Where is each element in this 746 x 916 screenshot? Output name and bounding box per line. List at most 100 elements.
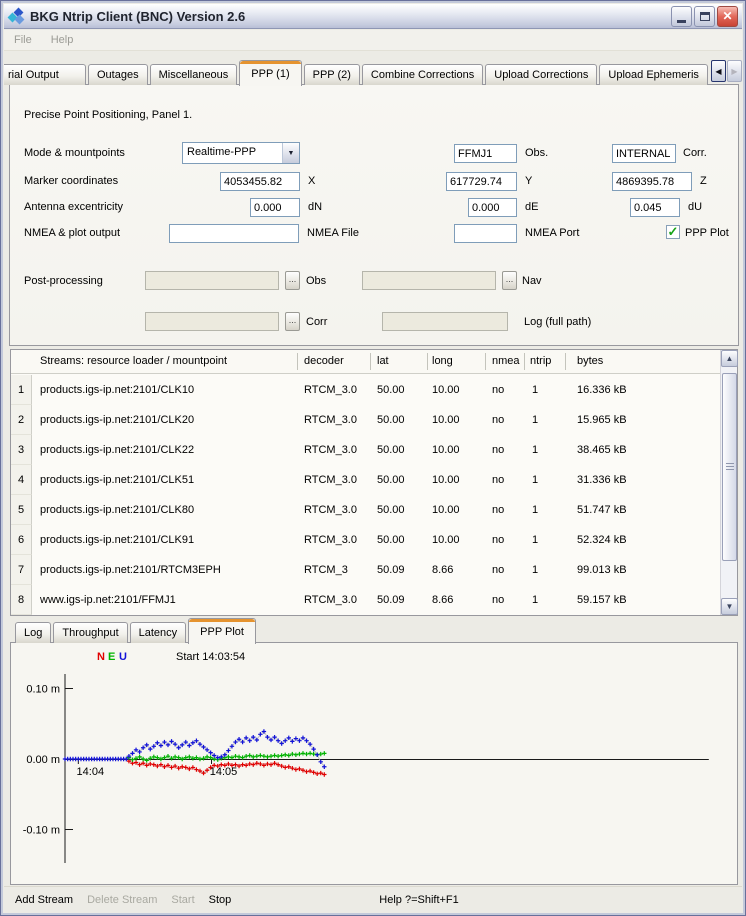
row-number: 7: [11, 555, 32, 585]
nmea-file-field[interactable]: [169, 224, 299, 243]
menu-bar: File Help: [4, 30, 742, 51]
corr-mountpoint-field[interactable]: [612, 144, 676, 163]
y-label: Y: [525, 175, 532, 187]
marker-z-field[interactable]: [612, 172, 692, 191]
antenna-de-field[interactable]: [468, 198, 517, 217]
nmea-file-label: NMEA File: [307, 227, 359, 239]
chevron-left-icon: ◀: [715, 67, 721, 76]
table-row[interactable]: 6 products.igs-ip.net:2101/CLK91 RTCM_3.…: [11, 525, 720, 555]
tab-log[interactable]: Log: [15, 622, 51, 643]
tab-combine-corrections[interactable]: Combine Corrections: [362, 64, 483, 85]
de-label: dE: [525, 201, 538, 213]
ppp-plot-label: PPP Plot: [685, 227, 729, 239]
col-bytes: bytes: [577, 355, 603, 367]
tab-ppp-1[interactable]: PPP (1): [239, 60, 301, 86]
antenna-du-field[interactable]: [630, 198, 680, 217]
post-nav-label: Nav: [522, 275, 542, 287]
svg-text:-0.10 m: -0.10 m: [23, 825, 60, 837]
table-row[interactable]: 5 products.igs-ip.net:2101/CLK80 RTCM_3.…: [11, 495, 720, 525]
svg-text:N: N: [97, 651, 105, 663]
table-scrollbar[interactable]: ▲ ▼: [720, 350, 737, 615]
svg-text:14:05: 14:05: [210, 766, 238, 778]
tab-ppp-plot[interactable]: PPP Plot: [188, 618, 256, 644]
stop-button[interactable]: Stop: [209, 894, 232, 906]
svg-text:E: E: [108, 651, 115, 663]
x-label: X: [308, 175, 315, 187]
post-obs-label: Obs: [306, 275, 326, 287]
post-log-field: [382, 312, 508, 331]
col-decoder: decoder: [304, 355, 344, 367]
tab-ppp-2[interactable]: PPP (2): [304, 64, 360, 85]
post-corr-browse-button: ...: [285, 312, 300, 331]
dn-label: dN: [308, 201, 322, 213]
marker-y-field[interactable]: [446, 172, 517, 191]
tab-throughput[interactable]: Throughput: [53, 622, 127, 643]
bottom-tab-bar: Log Throughput Latency PPP Plot: [10, 618, 738, 643]
nmea-port-field[interactable]: [454, 224, 517, 243]
window-title: BKG Ntrip Client (BNC) Version 2.6: [30, 9, 671, 24]
table-row[interactable]: 8 www.igs-ip.net:2101/FFMJ1 RTCM_3.0 50.…: [11, 585, 720, 615]
post-corr-label: Corr: [306, 316, 327, 328]
streams-table: Streams: resource loader / mountpoint de…: [10, 349, 738, 616]
marker-x-field[interactable]: [220, 172, 300, 191]
col-ntrip: ntrip: [530, 355, 551, 367]
tab-latency[interactable]: Latency: [130, 622, 187, 643]
tab-serial-output[interactable]: rial Output: [4, 64, 86, 85]
nmea-port-label: NMEA Port: [525, 227, 579, 239]
antenna-dn-field[interactable]: [250, 198, 300, 217]
ppp-plot-checkbox[interactable]: ✓: [666, 225, 680, 239]
scrollbar-down-button[interactable]: ▼: [721, 598, 738, 615]
streams-header: Streams: resource loader / mountpoint de…: [11, 350, 720, 374]
col-long: long: [432, 355, 453, 367]
row-number: 4: [11, 465, 32, 495]
tab-upload-ephemeris[interactable]: Upload Ephemeris: [599, 64, 708, 85]
table-row[interactable]: 2 products.igs-ip.net:2101/CLK20 RTCM_3.…: [11, 405, 720, 435]
table-row[interactable]: 1 products.igs-ip.net:2101/CLK10 RTCM_3.…: [11, 375, 720, 405]
z-label: Z: [700, 175, 707, 187]
menu-help[interactable]: Help: [51, 34, 74, 46]
tab-miscellaneous[interactable]: Miscellaneous: [150, 64, 238, 85]
nmea-label: NMEA & plot output: [24, 227, 120, 239]
start-button: Start: [171, 894, 194, 906]
add-stream-button[interactable]: Add Stream: [15, 894, 73, 906]
row-number: 1: [11, 375, 32, 405]
table-row[interactable]: 7 products.igs-ip.net:2101/RTCM3EPH RTCM…: [11, 555, 720, 585]
antenna-label: Antenna excentricity: [24, 201, 123, 213]
close-icon: ✕: [722, 10, 732, 22]
obs-mountpoint-field[interactable]: [454, 144, 517, 163]
post-processing-label: Post-processing: [24, 275, 103, 287]
tab-scroll-left-button[interactable]: ◀: [711, 60, 726, 82]
tab-outages[interactable]: Outages: [88, 64, 148, 85]
tab-upload-corrections[interactable]: Upload Corrections: [485, 64, 597, 85]
mode-dropdown[interactable]: Realtime-PPP ▼: [182, 142, 300, 164]
check-icon: ✓: [668, 224, 679, 239]
post-nav-field: [362, 271, 496, 290]
obs-label: Obs.: [525, 147, 548, 159]
help-shortcut-label: Help ?=Shift+F1: [379, 894, 459, 906]
post-corr-field: [145, 312, 279, 331]
chevron-right-icon: ▶: [731, 67, 737, 76]
table-row[interactable]: 4 products.igs-ip.net:2101/CLK51 RTCM_3.…: [11, 465, 720, 495]
app-icon: [8, 8, 26, 24]
close-button[interactable]: ✕: [717, 6, 738, 27]
table-row[interactable]: 3 products.igs-ip.net:2101/CLK22 RTCM_3.…: [11, 435, 720, 465]
app-window: BKG Ntrip Client (BNC) Version 2.6 ✕ Fil…: [0, 0, 746, 916]
arrow-up-icon: ▲: [726, 354, 734, 363]
post-obs-browse-button: ...: [285, 271, 300, 290]
scrollbar-grip-icon: [726, 463, 734, 471]
ppp-plot-canvas: 0.10 m0.00 m-0.10 m14:0414:05NEUStart 14…: [11, 643, 737, 884]
svg-text:Start 14:03:54: Start 14:03:54: [176, 651, 245, 663]
svg-text:U: U: [119, 651, 127, 663]
col-mountpoint: Streams: resource loader / mountpoint: [40, 355, 227, 367]
status-bar: Add Stream Delete Stream Start Stop Help…: [4, 886, 742, 912]
minimize-button[interactable]: [671, 6, 692, 27]
scrollbar-up-button[interactable]: ▲: [721, 350, 738, 367]
svg-text:0.00 m: 0.00 m: [26, 754, 60, 766]
maximize-button[interactable]: [694, 6, 715, 27]
post-log-label: Log (full path): [524, 316, 591, 328]
panel-heading: Precise Point Positioning, Panel 1.: [24, 109, 192, 121]
menu-file[interactable]: File: [14, 34, 32, 46]
svg-text:14:04: 14:04: [77, 766, 105, 778]
col-lat: lat: [377, 355, 389, 367]
scrollbar-thumb[interactable]: [722, 373, 737, 561]
